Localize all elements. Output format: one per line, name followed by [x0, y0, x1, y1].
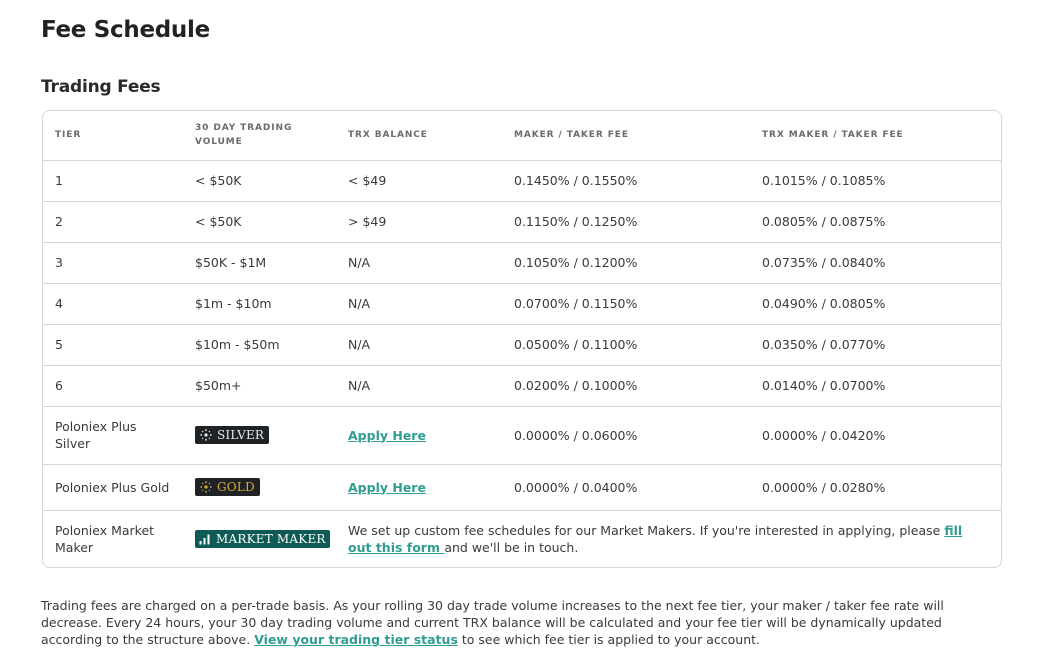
trx-fee-cell: 0.0805% / 0.0875% — [750, 201, 1001, 243]
footnote-text-end: to see which fee tier is applied to your… — [457, 632, 760, 647]
trx-fee-cell: 0.0735% / 0.0840% — [750, 242, 1001, 284]
trx-fee-cell: 0.0140% / 0.0700% — [750, 365, 1001, 407]
table-row-market-maker: Poloniex Market Maker MARKET MAKER We se… — [43, 510, 1001, 567]
trx-fee-cell: 0.0490% / 0.0805% — [750, 283, 1001, 325]
tier-cell: 4 — [43, 283, 183, 325]
volume-cell: $50K - $1M — [183, 242, 336, 284]
gold-badge-label: GOLD — [217, 479, 255, 494]
apply-cell: Apply Here — [336, 406, 502, 465]
market-maker-text: We set up custom fee schedules for our M… — [348, 523, 945, 539]
tier-cell: Poloniex Market Maker — [55, 523, 155, 556]
table-row: 5 $10m - $50m N/A 0.0500% / 0.1100% 0.03… — [43, 324, 1001, 366]
tier-cell: Poloniex Plus Silver — [43, 406, 183, 465]
trx-balance-cell: N/A — [336, 365, 502, 407]
tier-cell: 5 — [43, 324, 183, 366]
trx-balance-cell: N/A — [336, 242, 502, 284]
bar-chart-icon — [199, 534, 210, 544]
fee-cell: 0.1450% / 0.1550% — [502, 160, 750, 202]
trx-balance-cell: > $49 — [336, 201, 502, 243]
market-maker-badge-label: MARKET MAKER — [216, 532, 326, 546]
table-row: 6 $50m+ N/A 0.0200% / 0.1000% 0.0140% / … — [43, 365, 1001, 407]
column-header-maker-taker-fee: MAKER / TAKER FEE — [502, 111, 750, 161]
market-maker-text-end: and we'll be in touch. — [444, 540, 579, 556]
apply-here-link-silver[interactable]: Apply Here — [348, 428, 426, 443]
badge-cell: SILVER — [183, 406, 336, 465]
column-header-volume: 30 DAY TRADING VOLUME — [183, 111, 336, 161]
trx-balance-cell: N/A — [336, 283, 502, 325]
section-title-trading-fees: Trading Fees — [41, 77, 161, 97]
trx-fee-cell: 0.1015% / 0.1085% — [750, 160, 1001, 202]
trx-fee-cell: 0.0000% / 0.0280% — [750, 464, 1001, 511]
fee-footnote: Trading fees are charged on a per-trade … — [41, 597, 1001, 648]
tier-cell: 1 — [43, 160, 183, 202]
fee-cell: 0.0200% / 0.1000% — [502, 365, 750, 407]
apply-cell: Apply Here — [336, 464, 502, 511]
fee-cell: 0.1150% / 0.1250% — [502, 201, 750, 243]
gold-badge: GOLD — [195, 477, 260, 496]
silver-badge-label: SILVER — [217, 427, 265, 442]
page-title: Fee Schedule — [41, 17, 210, 43]
market-maker-badge: MARKET MAKER — [195, 530, 330, 548]
badge-cell: MARKET MAKER — [183, 510, 336, 567]
table-row-gold: Poloniex Plus Gold GOLD Apply Here 0.000… — [43, 464, 1001, 511]
tier-cell: 2 — [43, 201, 183, 243]
table-row: 2 < $50K > $49 0.1150% / 0.1250% 0.0805%… — [43, 201, 1001, 243]
sparkle-icon — [200, 428, 212, 441]
tier-cell: 3 — [43, 242, 183, 284]
fee-cell: 0.0000% / 0.0600% — [502, 406, 750, 465]
volume-cell: $50m+ — [183, 365, 336, 407]
apply-here-link-gold[interactable]: Apply Here — [348, 480, 426, 495]
volume-cell: < $50K — [183, 201, 336, 243]
volume-cell: < $50K — [183, 160, 336, 202]
trx-balance-cell: N/A — [336, 324, 502, 366]
tier-cell: 6 — [43, 365, 183, 407]
fee-table-card: TIER 30 DAY TRADING VOLUME TRX BALANCE M… — [42, 110, 1002, 568]
fee-table: TIER 30 DAY TRADING VOLUME TRX BALANCE M… — [43, 111, 1001, 567]
table-row: 3 $50K - $1M N/A 0.1050% / 0.1200% 0.073… — [43, 242, 1001, 284]
fee-cell: 0.1050% / 0.1200% — [502, 242, 750, 284]
sparkle-icon — [200, 480, 212, 493]
column-header-trx-maker-taker-fee: TRX MAKER / TAKER FEE — [750, 111, 1001, 161]
volume-cell: $1m - $10m — [183, 283, 336, 325]
tier-cell: Poloniex Plus Gold — [43, 464, 183, 511]
fee-cell: 0.0000% / 0.0400% — [502, 464, 750, 511]
table-row: 1 < $50K < $49 0.1450% / 0.1550% 0.1015%… — [43, 160, 1001, 202]
fee-cell: 0.0500% / 0.1100% — [502, 324, 750, 366]
table-header-row: TIER 30 DAY TRADING VOLUME TRX BALANCE M… — [43, 111, 1001, 161]
column-header-tier: TIER — [43, 111, 183, 161]
trx-fee-cell: 0.0350% / 0.0770% — [750, 324, 1001, 366]
table-row: 4 $1m - $10m N/A 0.0700% / 0.1150% 0.049… — [43, 283, 1001, 325]
market-maker-description: We set up custom fee schedules for our M… — [336, 510, 1001, 567]
silver-badge: SILVER — [195, 425, 270, 444]
volume-cell: $10m - $50m — [183, 324, 336, 366]
trx-fee-cell: 0.0000% / 0.0420% — [750, 406, 1001, 465]
column-header-trx-balance: TRX BALANCE — [336, 111, 502, 161]
badge-cell: GOLD — [183, 464, 336, 511]
view-trading-tier-status-link[interactable]: View your trading tier status — [254, 632, 458, 647]
trx-balance-cell: < $49 — [336, 160, 502, 202]
table-row-silver: Poloniex Plus Silver SILVER Apply Here 0… — [43, 406, 1001, 465]
fee-cell: 0.0700% / 0.1150% — [502, 283, 750, 325]
